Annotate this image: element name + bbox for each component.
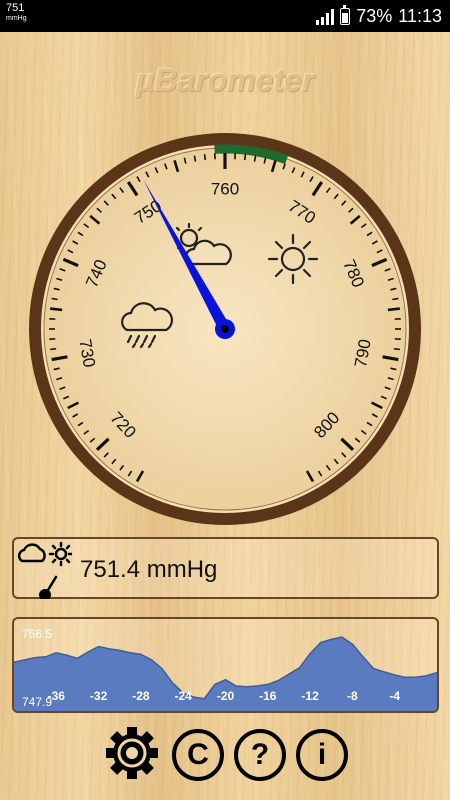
history-x-tick: -36: [47, 689, 65, 703]
help-icon: ?: [234, 729, 286, 781]
history-x-tick: -24: [174, 689, 192, 703]
history-x-tick: -4: [389, 689, 401, 703]
history-x-tick: -28: [132, 689, 150, 703]
gauge-scale-label: 760: [211, 180, 239, 199]
gauge-tick: [253, 155, 257, 162]
gear-icon: [106, 727, 158, 779]
history-x-tick: -12: [301, 689, 319, 703]
signal-icon: [316, 8, 335, 25]
settings-button[interactable]: [104, 725, 160, 781]
gauge-tick: [393, 347, 400, 351]
info-icon: i: [296, 729, 348, 781]
gauge-tick: [387, 307, 400, 312]
copyright-icon: C: [172, 729, 224, 781]
copyright-button[interactable]: C: [168, 725, 224, 781]
battery-percent: 73%: [356, 6, 393, 26]
history-x-tick: -8: [347, 689, 358, 703]
clock: 11:13: [398, 6, 442, 26]
weather-gauge-icon: [17, 541, 72, 599]
history-x-tick: -32: [89, 689, 108, 703]
gauge-tick: [51, 297, 58, 301]
gauge-tick: [50, 347, 57, 351]
status-bar: 751 mmHg 73% 11:13: [0, 0, 450, 32]
pressure-reading: 751.4 mmHg: [80, 556, 218, 583]
history-x-tick: -20: [216, 689, 235, 703]
info-button[interactable]: i: [292, 725, 348, 781]
gauge-tick: [50, 307, 63, 312]
history-x-axis: -36 -32 -28 -24 -20 -16 -12 -8 -4: [14, 689, 437, 705]
status-pressure: 751 mmHg: [6, 2, 27, 23]
history-max-label: 756.5: [22, 627, 53, 641]
status-pressure-value: 751: [6, 2, 25, 14]
reading-panel: 751.4 mmHg: [12, 537, 439, 599]
gauge-tick: [203, 154, 207, 161]
gauge-tick: [193, 155, 197, 162]
status-pressure-unit: mmHg: [6, 15, 27, 22]
battery-icon: [340, 5, 351, 25]
history-x-tick: -16: [259, 689, 277, 703]
app-title: µBarometer: [135, 62, 315, 98]
pressure-history-chart[interactable]: 756.5 747.9 -36 -32 -28 -24 -20 -16 -12 -8 -4: [12, 617, 439, 713]
gauge-tick: [392, 297, 399, 301]
bottom-toolbar: C ? i: [0, 725, 450, 785]
help-button[interactable]: ?: [230, 725, 286, 781]
barometer-gauge: 720730740750760770780790800: [29, 133, 421, 525]
gauge-tick: [243, 154, 247, 161]
